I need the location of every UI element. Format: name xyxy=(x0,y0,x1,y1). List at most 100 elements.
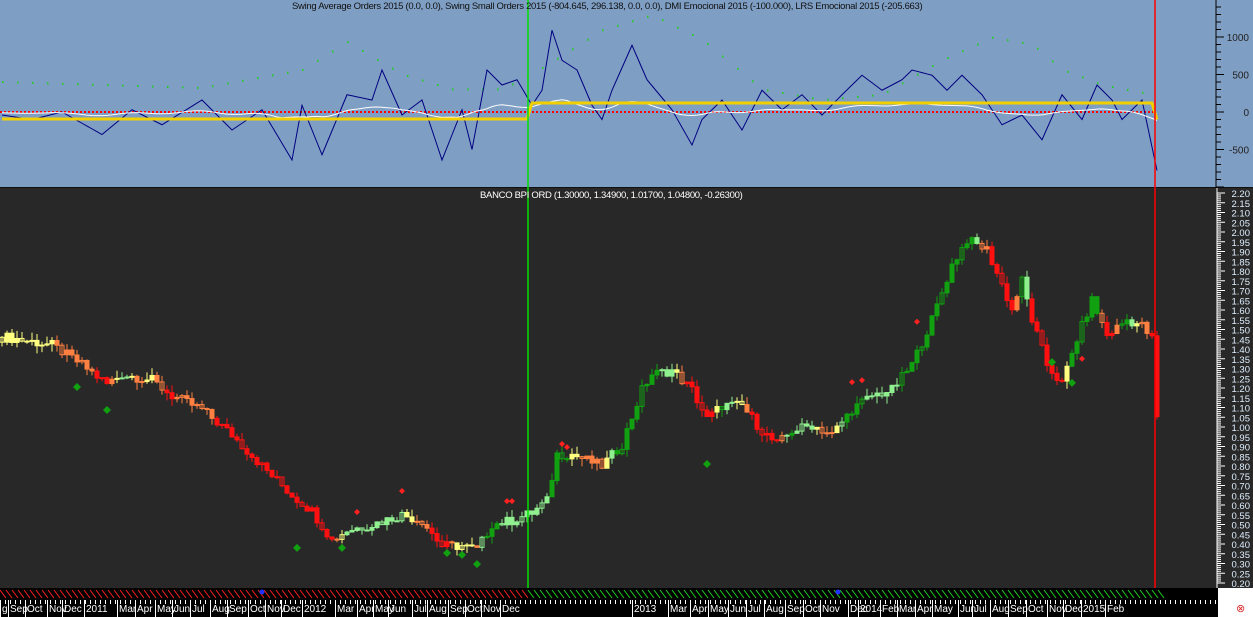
date-minor-tick xyxy=(220,600,221,604)
date-minor-tick xyxy=(680,600,681,604)
sell-signal-diamond xyxy=(914,318,920,325)
candle-body xyxy=(874,392,880,397)
date-minor-tick xyxy=(195,600,196,604)
date-minor-tick xyxy=(825,600,826,604)
date-label: 2012 xyxy=(304,604,327,615)
candle-body xyxy=(984,246,990,250)
date-minor-tick xyxy=(250,600,251,604)
date-minor-tick xyxy=(1140,600,1141,604)
candle-body xyxy=(269,469,275,478)
date-minor-tick xyxy=(660,600,661,604)
candle-body xyxy=(864,395,870,400)
date-minor-tick xyxy=(905,600,906,604)
date-minor-tick xyxy=(445,600,446,604)
candle-body xyxy=(464,544,470,547)
date-minor-tick xyxy=(1190,600,1191,604)
candle-body xyxy=(574,453,580,458)
candle-body xyxy=(689,381,695,388)
date-minor-tick xyxy=(210,600,211,604)
date-minor-tick xyxy=(1020,600,1021,604)
date-label: g xyxy=(2,604,8,615)
buy-signal-diamond xyxy=(73,383,81,392)
date-minor-tick xyxy=(600,600,601,604)
date-minor-tick xyxy=(805,600,806,604)
date-minor-tick xyxy=(710,600,711,604)
date-tick xyxy=(172,600,173,617)
candle-body xyxy=(1124,319,1130,325)
candle-body xyxy=(424,524,430,529)
date-tick xyxy=(357,600,358,617)
date-minor-tick xyxy=(95,600,96,604)
candle-body xyxy=(1059,379,1065,382)
date-minor-tick xyxy=(900,600,901,604)
date-label: 2013 xyxy=(634,604,657,615)
date-minor-tick xyxy=(750,600,751,604)
date-minor-tick xyxy=(820,600,821,604)
date-minor-tick xyxy=(505,600,506,604)
candle-body xyxy=(249,453,255,459)
candle-body xyxy=(1129,319,1135,327)
candle-body xyxy=(844,413,850,423)
date-minor-tick xyxy=(370,600,371,604)
candle-body xyxy=(484,535,490,538)
date-minor-tick xyxy=(675,600,676,604)
date-minor-tick xyxy=(835,600,836,604)
date-label: Jul xyxy=(974,604,987,615)
date-axis[interactable]: g Sep Oct Nov Dec 2011 Mar Apr May Jun Jul Aug Sep Oc… xyxy=(0,600,1218,617)
date-minor-tick xyxy=(945,600,946,604)
candle-body xyxy=(474,545,480,548)
date-minor-tick xyxy=(800,600,801,604)
date-minor-tick xyxy=(135,600,136,604)
date-tick xyxy=(1063,600,1064,617)
date-minor-tick xyxy=(1000,600,1001,604)
date-minor-tick xyxy=(205,600,206,604)
date-minor-tick xyxy=(40,600,41,604)
candle-body xyxy=(749,411,755,415)
sell-signal-diamond xyxy=(859,377,865,384)
candle-body xyxy=(994,264,1000,274)
date-label: May xyxy=(710,604,729,615)
sell-signal-diamond xyxy=(1079,355,1085,362)
date-minor-tick xyxy=(990,600,991,604)
candle-body xyxy=(39,344,45,347)
candle-body xyxy=(814,426,820,430)
candle-body xyxy=(109,378,115,385)
date-minor-tick xyxy=(775,600,776,604)
date-minor-tick xyxy=(625,600,626,604)
date-minor-tick xyxy=(845,600,846,604)
candle-body xyxy=(549,480,555,498)
circle-x-icon[interactable]: ⊗ xyxy=(1236,602,1245,615)
candle-body xyxy=(894,384,900,387)
date-minor-tick xyxy=(480,600,481,604)
buy-signal-diamond xyxy=(703,460,711,469)
date-minor-tick xyxy=(1155,600,1156,604)
candle-body xyxy=(254,457,260,466)
candle-body xyxy=(1089,296,1095,318)
candle-body xyxy=(544,496,550,504)
date-minor-tick xyxy=(280,600,281,604)
date-tick xyxy=(708,600,709,617)
date-minor-tick xyxy=(485,600,486,604)
candle-body xyxy=(189,398,195,406)
candle-body xyxy=(204,408,210,411)
date-tick xyxy=(958,600,959,617)
candle-body xyxy=(34,339,40,347)
date-minor-tick xyxy=(235,600,236,604)
date-minor-tick xyxy=(780,600,781,604)
date-minor-tick xyxy=(270,600,271,604)
candle-body xyxy=(229,427,235,438)
date-label: Oct xyxy=(27,604,43,615)
date-minor-tick xyxy=(415,600,416,604)
candle-body xyxy=(224,423,230,429)
candle-body xyxy=(69,349,75,356)
buy-signal-diamond xyxy=(338,543,346,552)
date-minor-tick xyxy=(125,600,126,604)
date-minor-tick xyxy=(315,600,316,604)
sell-signal-diamond xyxy=(564,444,570,451)
date-minor-tick xyxy=(950,600,951,604)
candle-body xyxy=(114,377,120,380)
date-minor-tick xyxy=(575,600,576,604)
candle-body xyxy=(264,462,270,471)
date-minor-tick xyxy=(85,600,86,604)
date-minor-tick xyxy=(745,600,746,604)
